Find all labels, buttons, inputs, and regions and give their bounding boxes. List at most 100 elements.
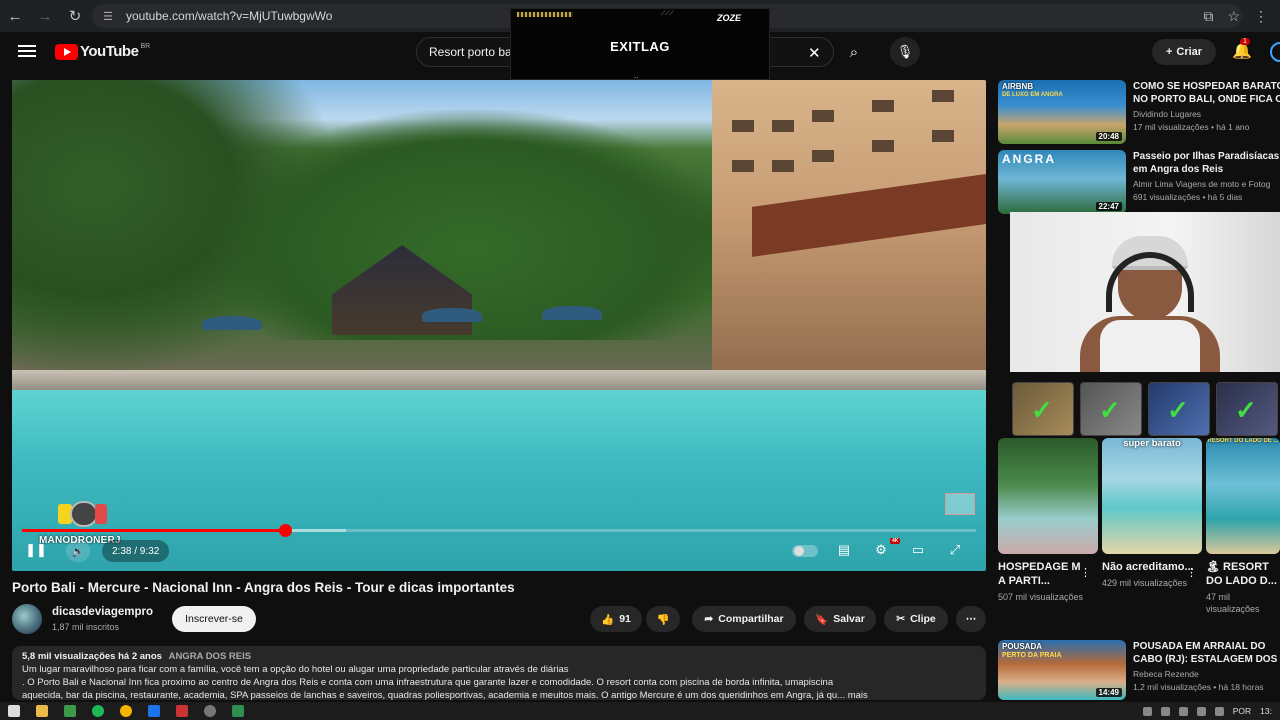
language-indicator[interactable]: POR: [1233, 706, 1251, 716]
account-avatar[interactable]: [1270, 42, 1280, 62]
short-title: 🏝 RESORT DO LADO D...: [1206, 561, 1277, 587]
speaker-icon[interactable]: [1214, 706, 1224, 716]
notifications-bell-icon[interactable]: 🔔 1: [1232, 38, 1252, 61]
app-icon[interactable]: [148, 705, 160, 717]
clear-search-icon[interactable]: ✕: [808, 44, 821, 62]
scene-umbrella: [422, 308, 482, 322]
thumb-caption: PERTO DA PRAIA: [1002, 652, 1062, 659]
overlay-dots: ..: [634, 71, 639, 80]
recommendation-title: COMO SE HOSPEDAR BARATO NO PORTO BALI, O…: [1133, 80, 1280, 106]
autoplay-toggle[interactable]: [792, 545, 818, 557]
video-thumbnail[interactable]: POUSADA PERTO DA PRAIA 14:49: [998, 640, 1126, 700]
dislike-button[interactable]: 👎: [646, 606, 680, 632]
subtitles-icon[interactable]: ▤: [834, 542, 854, 558]
sticker-check-icon: ✓: [1148, 382, 1210, 436]
fullscreen-icon[interactable]: ⤢: [945, 542, 965, 558]
recommendation-meta: 17 mil visualizações • há 1 ano: [1133, 122, 1250, 132]
views-date: 5,8 mil visualizações há 2 anos: [22, 651, 162, 662]
video-player[interactable]: MANODRONERJ ❚❚ 🔈 2:38 / 9:32 ▤ ⚙ 4K ▭ ⤢: [12, 80, 986, 571]
checkmark-stickers: ✓ ✓ ✓ ✓: [1010, 382, 1280, 438]
recommendation-item[interactable]: ANGRA 22:47 Passeio por Ilhas Paradisíac…: [998, 150, 1280, 214]
chrome-icon[interactable]: [120, 705, 132, 717]
settings-gear-icon[interactable]: ⚙: [871, 542, 891, 558]
app-icon[interactable]: [176, 705, 188, 717]
channel-name[interactable]: dicasdeviagempro: [52, 606, 153, 618]
browser-menu-icon[interactable]: ⋮: [1254, 8, 1268, 25]
hd-overlay-badge: [945, 493, 975, 515]
search-value: Resort porto ba: [429, 45, 512, 59]
shorts-shelf: super barato RESORT DO LADO DE ...: [998, 438, 1280, 554]
short-thumb-label: RESORT DO LADO DE ...: [1207, 438, 1279, 444]
search-icon[interactable]: ⌕: [834, 37, 874, 67]
hamburger-menu-icon[interactable]: [18, 42, 36, 62]
wifi-icon[interactable]: [1196, 706, 1206, 716]
share-label: Compartilhar: [718, 613, 784, 625]
save-button[interactable]: 🔖 Salvar: [804, 606, 876, 632]
tray-icon[interactable]: [1160, 706, 1170, 716]
forward-icon[interactable]: →: [30, 0, 60, 32]
recommendation-item[interactable]: POUSADA PERTO DA PRAIA 14:49 POUSADA EM …: [998, 640, 1278, 704]
app-icon[interactable]: [232, 705, 244, 717]
clip-label: Clipe: [910, 613, 936, 625]
recommendation-meta: 691 visualizações • há 5 dias: [1133, 192, 1243, 202]
back-icon[interactable]: ←: [0, 0, 30, 32]
short-thumbnail[interactable]: [998, 438, 1098, 554]
short-thumbnail[interactable]: RESORT DO LADO DE ...: [1206, 438, 1280, 554]
sticker-check-icon: ✓: [1080, 382, 1142, 436]
logo-text: YouTube: [80, 43, 139, 60]
more-actions-icon[interactable]: ⋯: [956, 606, 986, 632]
share-icon: ➦: [704, 613, 714, 625]
file-explorer-icon[interactable]: [36, 705, 48, 717]
short-thumbnail[interactable]: super barato: [1102, 438, 1202, 554]
obs-icon[interactable]: [204, 705, 216, 717]
recommendation-title: Passeio por Ilhas Paradisíacas em Angra …: [1133, 150, 1280, 176]
scene-umbrella: [202, 316, 262, 330]
recommendation-meta: 1,2 mil visualizações • há 18 horas: [1133, 682, 1264, 692]
pause-icon[interactable]: ❚❚: [25, 542, 47, 558]
create-button[interactable]: + Criar: [1152, 39, 1216, 65]
recommendation-channel: Almir Lima Viagens de moto e Fotog: [1133, 179, 1271, 189]
start-menu-icon[interactable]: [8, 705, 20, 717]
miniplayer-icon[interactable]: ▭: [908, 542, 928, 558]
video-thumbnail[interactable]: ANGRA 22:47: [998, 150, 1126, 214]
short-more-icon[interactable]: ⋮: [1080, 566, 1091, 579]
thumb-caption: ANGRA: [1002, 152, 1056, 166]
streamer-logo: [58, 501, 110, 527]
title-line: NO PORTO BALI, ONDE FICA O: [1133, 94, 1280, 105]
like-button[interactable]: 👍 91: [590, 606, 642, 632]
clip-button[interactable]: ✂ Clipe: [884, 606, 948, 632]
description-box[interactable]: 5,8 mil visualizações há 2 anos ANGRA DO…: [12, 646, 986, 700]
volume-icon[interactable]: 🔈: [66, 540, 90, 562]
progress-played: [22, 529, 286, 532]
spotify-icon[interactable]: [92, 705, 104, 717]
tray-icon[interactable]: [1178, 706, 1188, 716]
description-tag[interactable]: ANGRA DOS REIS: [169, 651, 252, 662]
app-icon[interactable]: [64, 705, 76, 717]
bookmark-icon: 🔖: [815, 613, 829, 626]
short-views: 47 mil visualizações: [1206, 592, 1260, 614]
sticker-check-icon: ✓: [1216, 382, 1278, 436]
short-info[interactable]: HOSPEDAGE M A PARTI... 507 mil visualiza…: [998, 560, 1090, 603]
save-label: Salvar: [833, 613, 865, 625]
video-thumbnail[interactable]: AIRBNB DE LUXO EM ANGRA 20:48: [998, 80, 1126, 144]
site-info-icon[interactable]: ☰: [100, 8, 116, 24]
microphone-icon[interactable]: 🎙: [890, 37, 920, 67]
bookmark-star-icon[interactable]: ☆: [1227, 8, 1240, 25]
cast-icon[interactable]: ⧉: [1203, 8, 1213, 25]
channel-avatar[interactable]: [12, 604, 42, 634]
os-taskbar: POR 13:: [0, 702, 1280, 720]
thumbs-down-icon: 👎: [656, 613, 670, 626]
reload-icon[interactable]: ↻: [60, 0, 90, 32]
short-more-icon[interactable]: ⋮: [1186, 566, 1197, 579]
share-button[interactable]: ➦ Compartilhar: [692, 606, 796, 632]
short-info[interactable]: Não acreditamo... 429 mil visualizações: [1102, 560, 1194, 589]
description-line: aquecida, bar da piscina, restaurante, a…: [22, 690, 868, 700]
progress-bar[interactable]: [22, 524, 976, 537]
subscribe-button[interactable]: Inscrever-se: [172, 606, 256, 632]
recommendation-item[interactable]: AIRBNB DE LUXO EM ANGRA 20:48 COMO SE HO…: [998, 80, 1280, 144]
short-info[interactable]: 🏝 RESORT DO LADO D... 47 mil visualizaçõ…: [1206, 560, 1280, 615]
clock[interactable]: 13:: [1260, 706, 1272, 716]
youtube-logo[interactable]: YouTube BR: [55, 43, 150, 60]
tray-icon[interactable]: [1142, 706, 1152, 716]
short-thumb-label: super barato: [1123, 438, 1181, 449]
